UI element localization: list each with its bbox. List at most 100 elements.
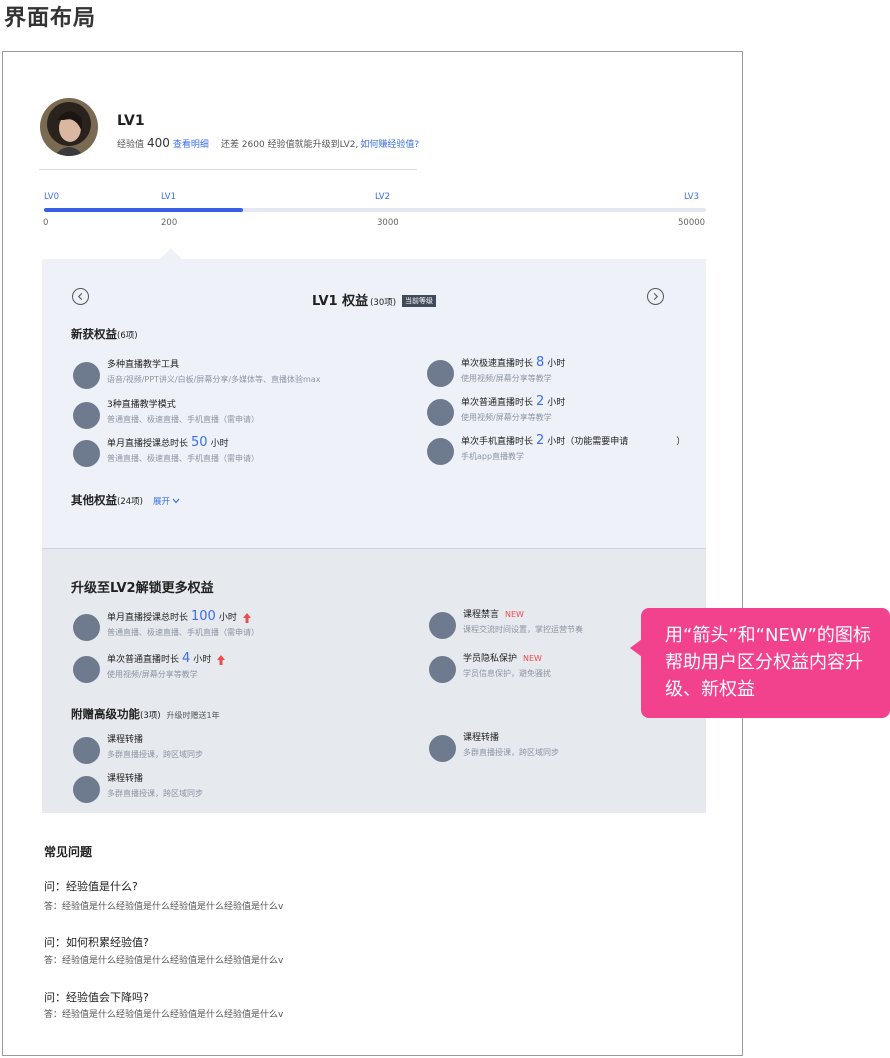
level-value-lv2: 3000	[377, 218, 399, 228]
right-icon	[73, 656, 100, 683]
faq-question: 问：如何积累经验值?	[44, 936, 149, 949]
item-title-text: 单次普通直播时长	[461, 398, 534, 408]
item-value: 2	[536, 433, 545, 448]
item-title: 多种直播教学工具	[107, 360, 180, 370]
expand-button[interactable]: 展开	[153, 497, 180, 507]
list-item: 单次极速直播时长 8 小时 使用视频/屏幕分享等教学	[427, 355, 566, 387]
item-title-text: 单次普通直播时长	[107, 655, 180, 665]
arrow-up-icon	[242, 612, 251, 623]
other-rights-heading: 其他权益(24项) 展开	[71, 492, 180, 508]
item-desc: 使用视频/屏幕分享等教学	[461, 374, 552, 383]
item-title: 单次手机直播时长 2 小时（功能需要申请 ）	[461, 433, 686, 448]
item-desc: 多群直播授课，跨区域同步	[107, 750, 203, 759]
right-icon	[429, 735, 456, 762]
item-desc: 学员信息保护，避免骚扰	[463, 669, 551, 678]
exp-detail-link[interactable]: 查看明细	[173, 137, 209, 150]
level-label-lv0: LV0	[44, 192, 60, 202]
exp-value: 400	[147, 136, 170, 150]
gift-note: 升级时赠送1年	[166, 711, 220, 720]
new-rights-title: 新获权益	[71, 327, 117, 341]
level-value-lv3: 50000	[678, 218, 706, 228]
list-item: 课程转播 多群直播授课，跨区域同步	[429, 732, 559, 762]
upgrade-title: 升级至LV2解锁更多权益	[71, 581, 214, 596]
item-desc: 普通直播、极速直播、手机直播（需申请）	[107, 454, 259, 463]
item-title-text: 学员隐私保护	[463, 654, 518, 664]
right-icon	[73, 776, 100, 803]
faq-question: 问：经验值会下降吗?	[44, 991, 149, 1004]
item-value: 8	[536, 355, 545, 370]
exp-summary: 经验值 400 查看明细 还差 2600 经验值就能升级到LV2, 如何赚经验值…	[117, 136, 431, 150]
item-desc: 普通直播、极速直播、手机直播（需申请）	[107, 628, 259, 637]
faq-question: 问：经验值是什么?	[44, 880, 138, 893]
item-value: 50	[191, 435, 208, 450]
expand-label: 展开	[152, 497, 170, 507]
page-title: 界面布局	[4, 6, 97, 31]
rights-title: LV1 权益 (30项) 当前等级	[42, 290, 706, 309]
item-title: 单月直播授课总时长 50 小时	[107, 435, 259, 450]
item-desc: 手机app直播教学	[461, 452, 525, 461]
list-item: 单次普通直播时长 2 小时 使用视频/屏幕分享等教学	[427, 394, 566, 426]
item-value: 100	[191, 609, 216, 624]
list-item: 3种直播教学模式 普通直播、极速直播、手机直播（需申请）	[73, 399, 259, 429]
item-desc: 多群直播授课，跨区域同步	[107, 789, 203, 798]
level-value-lv1: 200	[161, 218, 178, 228]
item-desc: 使用视频/屏幕分享等教学	[107, 670, 198, 679]
faq-answer: 答：经验值是什么经验值是什么经验值是什么经验值是什么v	[44, 1010, 284, 1020]
list-item: 单次手机直播时长 2 小时（功能需要申请 ） 手机app直播教学	[427, 433, 686, 465]
item-title: 课程转播	[463, 733, 500, 743]
right-icon	[429, 656, 456, 683]
gift-count: (3项)	[140, 711, 161, 721]
upgrade-panel: 升级至LV2解锁更多权益 单月直播授课总时长 100 小时 普通直播、极速直播、手机…	[42, 548, 706, 813]
list-item: 单月直播授课总时长 50 小时 普通直播、极速直播、手机直播（需申请）	[73, 435, 259, 467]
gift-title: 附赠高级功能	[71, 707, 140, 721]
level-label-lv1: LV1	[161, 192, 177, 202]
right-icon	[73, 737, 100, 764]
upgrade-hint: 还差 2600 经验值就能升级到LV2,	[220, 140, 359, 150]
item-unit: 小时	[210, 439, 229, 449]
list-item: 多种直播教学工具 语音/视频/PPT讲义/白板/屏幕分享/多媒体等、直播体验ma…	[73, 359, 320, 389]
item-desc: 多群直播授课，跨区域同步	[463, 748, 559, 757]
panel-pointer	[160, 248, 182, 259]
item-title: 单次普通直播时长 2 小时	[461, 394, 566, 409]
current-level-badge: 当前等级	[402, 295, 437, 307]
item-value: 2	[536, 394, 545, 409]
earn-exp-link[interactable]: 如何赚经验值?	[360, 137, 419, 150]
list-item: 学员隐私保护 NEW 学员信息保护，避免骚扰	[429, 653, 551, 683]
level-label-lv3: LV3	[684, 192, 700, 202]
mockup-frame: LV1 经验值 400 查看明细 还差 2600 经验值就能升级到LV2, 如何…	[2, 51, 743, 1056]
new-badge: NEW	[523, 654, 542, 663]
other-rights-title: 其他权益	[71, 493, 117, 507]
other-rights-count: (24项)	[117, 497, 143, 507]
item-title: 课程转播	[107, 735, 144, 745]
item-title: 课程禁言 NEW	[463, 609, 583, 621]
new-badge: NEW	[505, 610, 524, 619]
item-unit: 小时（功能需要申请	[547, 437, 629, 447]
item-unit: 小时	[193, 655, 212, 665]
item-desc: 语音/视频/PPT讲义/白板/屏幕分享/多媒体等、直播体验max	[107, 375, 321, 384]
item-title: 单次极速直播时长 8 小时	[461, 355, 566, 370]
exp-label: 经验值	[117, 140, 145, 150]
right-icon	[73, 614, 100, 641]
annotation-callout: 用“箭头”和“NEW”的图标帮助用户区分权益内容升级、新权益	[641, 608, 890, 718]
item-unit: 小时	[547, 398, 566, 408]
right-icon	[427, 438, 454, 465]
item-value: 4	[182, 651, 191, 666]
user-level: LV1	[117, 113, 145, 129]
item-unit: 小时	[547, 359, 566, 369]
rights-panel: LV1 权益 (30项) 当前等级 新获权益(6项) 多种直播教学工具 语音/视频/…	[42, 259, 706, 548]
item-desc: 普通直播、极速直播、手机直播（需申请）	[107, 415, 259, 424]
avatar[interactable]	[40, 98, 98, 156]
level-value-lv0: 0	[43, 218, 49, 228]
rights-count: (30项)	[370, 298, 397, 308]
gift-heading: 附赠高级功能(3项) 升级时赠送1年	[71, 706, 220, 722]
item-title: 学员隐私保护 NEW	[463, 653, 551, 665]
faq-answer: 答：经验值是什么经验值是什么经验值是什么经验值是什么v	[44, 902, 284, 912]
item-title-text: 单次手机直播时长	[461, 437, 534, 447]
right-icon	[73, 440, 100, 467]
list-item: 单次普通直播时长 4 小时 使用视频/屏幕分享等教学	[73, 651, 226, 683]
item-unit: 小时	[218, 613, 237, 623]
faq-answer: 答：经验值是什么经验值是什么经验值是什么经验值是什么v	[44, 956, 284, 966]
item-close-paren: ）	[676, 437, 686, 447]
faq-title: 常见问题	[44, 845, 93, 859]
right-icon	[73, 362, 100, 389]
